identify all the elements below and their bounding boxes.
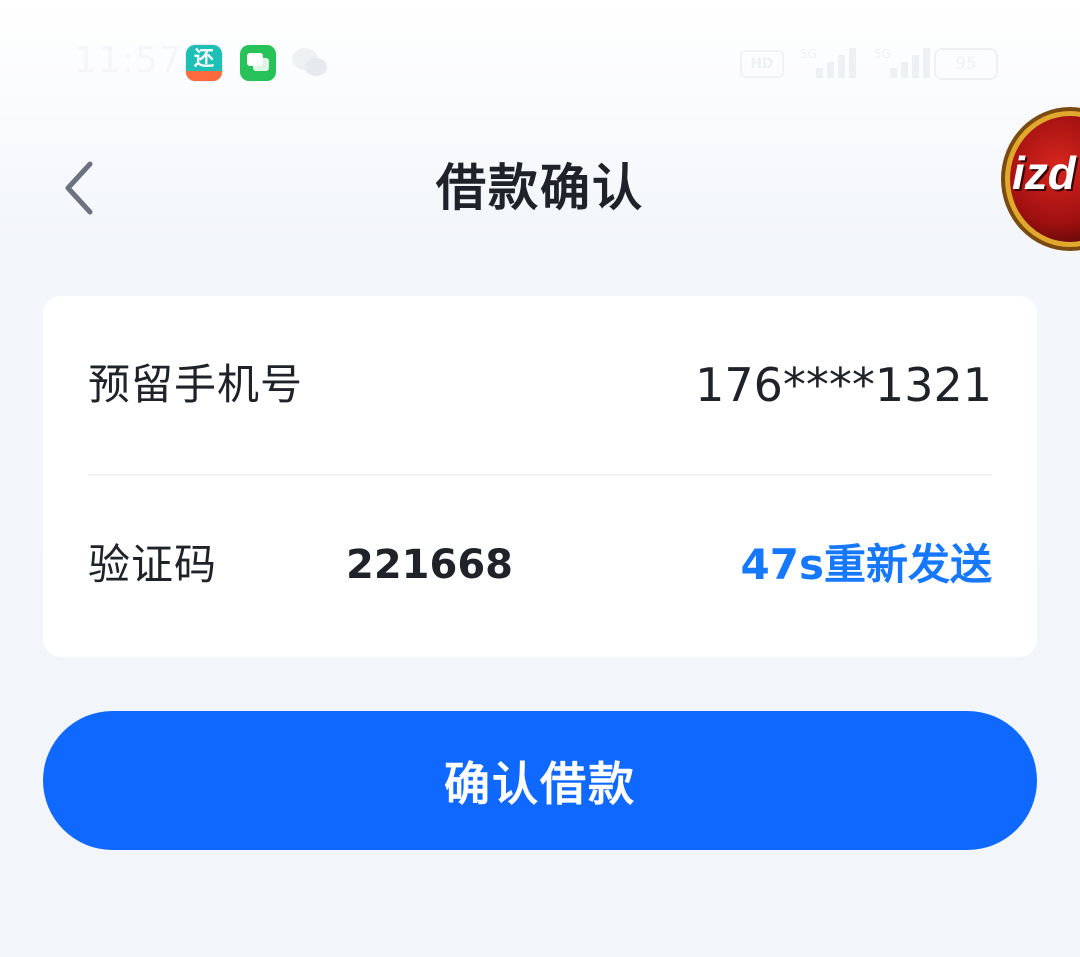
verification-card: 预留手机号 176****1321 验证码 47s重新发送	[43, 296, 1037, 657]
resend-code-button[interactable]: 47s重新发送	[741, 520, 992, 610]
divider	[88, 474, 992, 476]
page-title: 借款确认	[436, 159, 644, 217]
phone-label: 预留手机号	[88, 360, 304, 409]
signal-icon: 5G	[874, 47, 930, 78]
repay-app-icon: 还	[186, 45, 222, 81]
battery-icon: 95	[934, 48, 998, 80]
verification-code-row: 验证码 47s重新发送	[88, 520, 992, 610]
wechat-icon	[290, 45, 330, 81]
messages-icon	[240, 45, 276, 81]
status-time: 11:57	[74, 40, 183, 81]
verification-code-label: 验证码	[88, 540, 218, 589]
svg-text:5G: 5G	[874, 47, 891, 61]
signal-icon: 5G	[800, 47, 856, 78]
svg-text:5G: 5G	[800, 47, 817, 61]
status-bar: 11:57 还 HD 5G 5G 95	[0, 0, 1080, 130]
phone-row: 预留手机号 176****1321	[88, 340, 992, 430]
hd-badge: HD	[740, 50, 784, 78]
confirm-loan-button[interactable]: 确认借款	[43, 711, 1037, 850]
verification-code-input[interactable]	[346, 542, 646, 588]
phone-value: 176****1321	[695, 358, 992, 412]
